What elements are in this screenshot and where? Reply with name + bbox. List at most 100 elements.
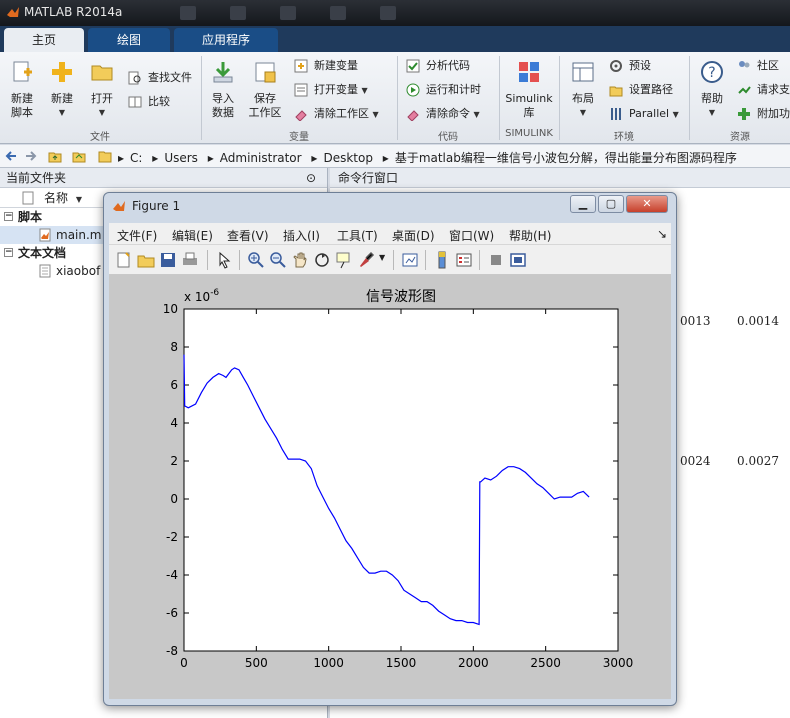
breadcrumb-item[interactable]: C: — [130, 151, 142, 165]
open-variable-button[interactable]: 打开变量 ▼ — [294, 80, 368, 100]
y-exponent-label: x 10-6 — [184, 288, 219, 304]
quick-access-icon[interactable] — [280, 6, 296, 20]
hide-plot-tools-icon[interactable] — [487, 251, 505, 269]
up-folder-icon[interactable] — [48, 149, 62, 163]
save-label-2: 工作区 — [248, 106, 282, 119]
rotate-3d-icon[interactable] — [313, 251, 331, 269]
clear-workspace-button[interactable]: 清除工作区 ▼ — [294, 104, 379, 124]
chevron-down-icon: ▼ — [58, 108, 66, 117]
y-tick-label: 10 — [163, 302, 178, 316]
collapse-icon[interactable]: − — [4, 248, 13, 257]
new-button[interactable]: 新建 ▼ — [42, 54, 82, 120]
collapse-icon[interactable]: − — [4, 212, 13, 221]
help-button[interactable]: ? 帮助 ▼ — [692, 54, 732, 120]
forward-arrow-icon[interactable] — [24, 149, 38, 163]
link-plot-icon[interactable] — [401, 251, 419, 269]
menu-insert[interactable]: 插入(I) — [283, 227, 320, 244]
breadcrumb-separator: ▸ — [311, 151, 318, 165]
legend-icon[interactable] — [455, 251, 473, 269]
new-variable-button[interactable]: 新建变量 — [294, 56, 358, 76]
run-and-time-button[interactable]: 运行和计时 — [406, 80, 481, 100]
output-value: 0.0027 — [737, 454, 779, 468]
zoom-in-icon[interactable] — [247, 251, 265, 269]
tab-plots[interactable]: 绘图 — [88, 28, 170, 52]
quick-access-icon[interactable] — [230, 6, 246, 20]
colorbar-icon[interactable] — [433, 251, 451, 269]
quick-access-icon[interactable] — [380, 6, 396, 20]
layout-icon — [572, 62, 594, 82]
compare-icon — [128, 96, 142, 108]
plot-area[interactable] — [183, 308, 619, 652]
brush-icon[interactable] — [357, 251, 375, 269]
x-tick-label: 0 — [180, 656, 188, 670]
group-label-simulink: SIMULINK — [505, 128, 553, 139]
back-arrow-icon[interactable] — [4, 149, 18, 163]
layout-button[interactable]: 布局 ▼ — [563, 54, 603, 120]
print-icon[interactable] — [181, 251, 199, 269]
menu-edit[interactable]: 编辑(E) — [172, 227, 213, 244]
matlab-script-icon — [39, 228, 51, 242]
import-data-button[interactable]: 导入 数据 — [203, 54, 243, 120]
breadcrumb-item[interactable]: 基于matlab编程一维信号小波包分解，得出能量分布图源码程序 — [395, 151, 737, 165]
request-support-button[interactable]: 请求支 — [737, 80, 790, 100]
tab-apps[interactable]: 应用程序 — [174, 28, 278, 52]
preferences-label: 预设 — [629, 59, 651, 72]
breadcrumb-separator: ▸ — [118, 151, 125, 165]
new-script-icon — [13, 61, 32, 82]
save-icon[interactable] — [159, 251, 177, 269]
community-button[interactable]: 社区 — [737, 56, 779, 76]
analyze-code-button[interactable]: 分析代码 — [406, 56, 470, 76]
dock-arrow-icon[interactable]: ↘ — [657, 227, 667, 241]
set-path-button[interactable]: 设置路径 — [609, 80, 673, 100]
data-cursor-icon[interactable] — [335, 251, 353, 269]
menu-desktop[interactable]: 桌面(D) — [392, 227, 435, 244]
simulink-library-button[interactable]: Simulink 库 — [503, 54, 555, 120]
quick-access-icon[interactable] — [330, 6, 346, 20]
open-file-icon[interactable] — [137, 251, 155, 269]
minimize-button[interactable]: ▁ — [570, 195, 596, 213]
breadcrumb-item[interactable]: Desktop — [323, 151, 373, 165]
tab-home[interactable]: 主页 — [4, 28, 84, 52]
quick-access-icon[interactable] — [180, 6, 196, 20]
new-figure-icon[interactable] — [115, 251, 133, 269]
signal-waveform-chart[interactable]: 信号波形图 x 10-6 0 500 1000 1500 2000 2500 3000-8-… — [109, 275, 671, 699]
group-label-variable: 变量 — [289, 132, 309, 143]
figure-window[interactable]: Figure 1 ▁ ▢ ✕ 文件(F) 编辑(E) 查看(V) 插入(I) 工… — [103, 192, 677, 706]
figure-titlebar[interactable]: Figure 1 ▁ ▢ ✕ — [104, 193, 676, 219]
app-title: MATLAB R2014a — [24, 5, 123, 19]
y-tick-label: 0 — [170, 492, 178, 506]
chevron-down-icon: ▼ — [672, 110, 679, 119]
pan-hand-icon[interactable] — [291, 251, 309, 269]
menu-window[interactable]: 窗口(W) — [449, 227, 494, 244]
menu-tools[interactable]: 工具(T) — [337, 227, 378, 244]
pointer-icon[interactable] — [215, 251, 233, 269]
text-file-icon — [39, 264, 51, 278]
menu-help[interactable]: 帮助(H) — [509, 227, 551, 244]
parallel-button[interactable]: Parallel ▼ — [609, 104, 679, 124]
x-tick-label: 1000 — [313, 656, 344, 670]
open-button[interactable]: 打开 ▼ — [82, 54, 122, 120]
chevron-down-icon: ▼ — [98, 108, 106, 117]
compare-button[interactable]: 比较 — [128, 92, 170, 112]
browse-folder-icon[interactable] — [72, 149, 86, 163]
find-files-button[interactable]: 查找文件 — [128, 68, 192, 88]
preferences-button[interactable]: 预设 — [609, 56, 651, 76]
maximize-button[interactable]: ▢ — [598, 195, 624, 213]
analyze-code-icon — [406, 59, 420, 73]
menu-view[interactable]: 查看(V) — [227, 227, 269, 244]
menu-file[interactable]: 文件(F) — [117, 227, 157, 244]
breadcrumb-item[interactable]: Users — [164, 151, 198, 165]
new-script-button[interactable]: 新建 脚本 — [2, 54, 42, 120]
addons-button[interactable]: 附加功 — [737, 104, 790, 124]
clear-commands-button[interactable]: 清除命令 ▼ — [406, 104, 480, 124]
chevron-down-icon[interactable]: ▼ — [379, 253, 385, 262]
zoom-out-icon[interactable] — [269, 251, 287, 269]
help-label: 帮助 — [701, 92, 723, 105]
run-and-time-label: 运行和计时 — [426, 83, 481, 96]
panel-menu-icon[interactable]: ⊙ — [306, 168, 316, 188]
breadcrumb-item[interactable]: Administrator — [220, 151, 302, 165]
show-plot-tools-icon[interactable] — [509, 251, 527, 269]
close-button[interactable]: ✕ — [626, 195, 668, 213]
open-label: 打开 — [91, 92, 113, 105]
save-workspace-button[interactable]: 保存 工作区 — [245, 54, 285, 120]
